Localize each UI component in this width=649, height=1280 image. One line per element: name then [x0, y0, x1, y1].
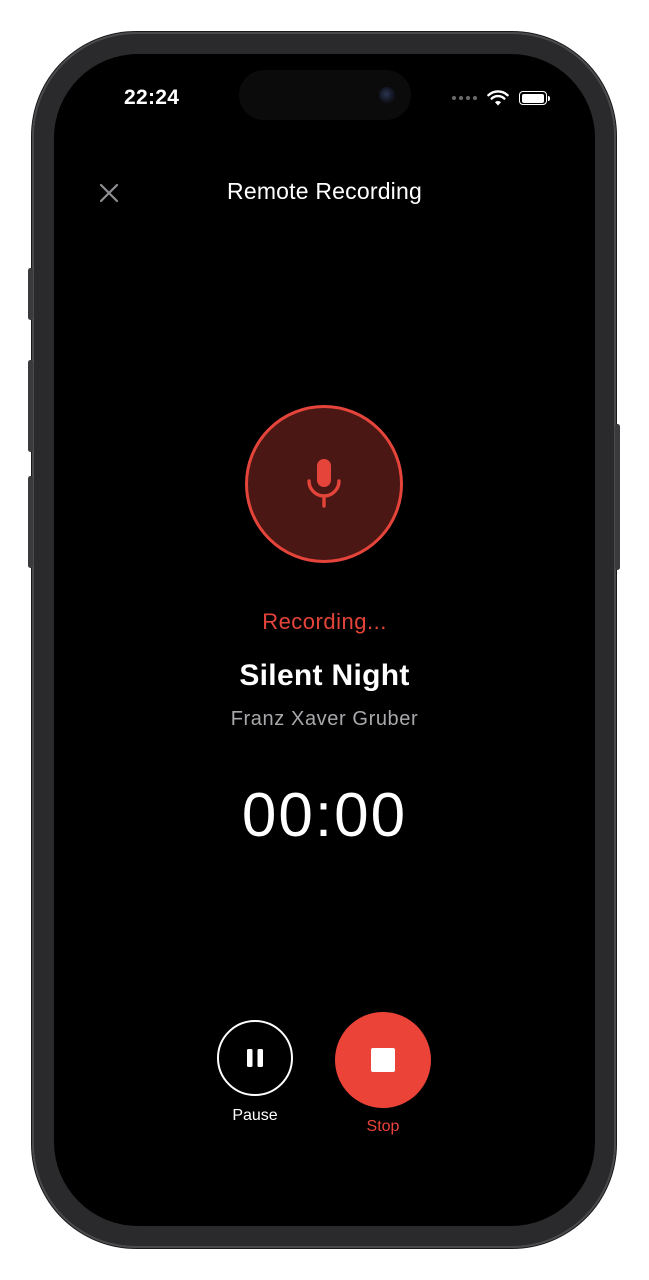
stop-button[interactable]	[335, 1012, 431, 1108]
elapsed-timer: 00:00	[241, 781, 408, 850]
pause-button[interactable]	[217, 1020, 293, 1096]
power-button	[615, 424, 620, 570]
status-time: 22:24	[124, 86, 180, 109]
microphone-icon	[307, 459, 341, 508]
volume-up-button	[28, 360, 33, 452]
record-mic-button[interactable]	[245, 405, 403, 563]
volume-down-button	[28, 476, 33, 568]
stop-label: Stop	[366, 1118, 400, 1135]
app-screen: 22:24 Remote Recording Recording... Sile…	[54, 54, 595, 1226]
front-camera-icon	[379, 87, 395, 103]
battery-icon	[519, 91, 550, 105]
wifi-icon	[487, 89, 509, 105]
action-button	[28, 268, 33, 320]
song-artist: Franz Xaver Gruber	[230, 708, 419, 730]
cellular-signal-icon	[452, 96, 477, 100]
pause-label: Pause	[232, 1107, 278, 1124]
recording-status: Recording...	[262, 609, 387, 634]
pause-icon	[247, 1049, 263, 1067]
dynamic-island	[239, 70, 411, 120]
song-title: Silent Night	[239, 659, 410, 692]
status-indicators	[452, 88, 550, 108]
stop-icon	[371, 1048, 395, 1072]
page-title: Remote Recording	[227, 178, 422, 204]
